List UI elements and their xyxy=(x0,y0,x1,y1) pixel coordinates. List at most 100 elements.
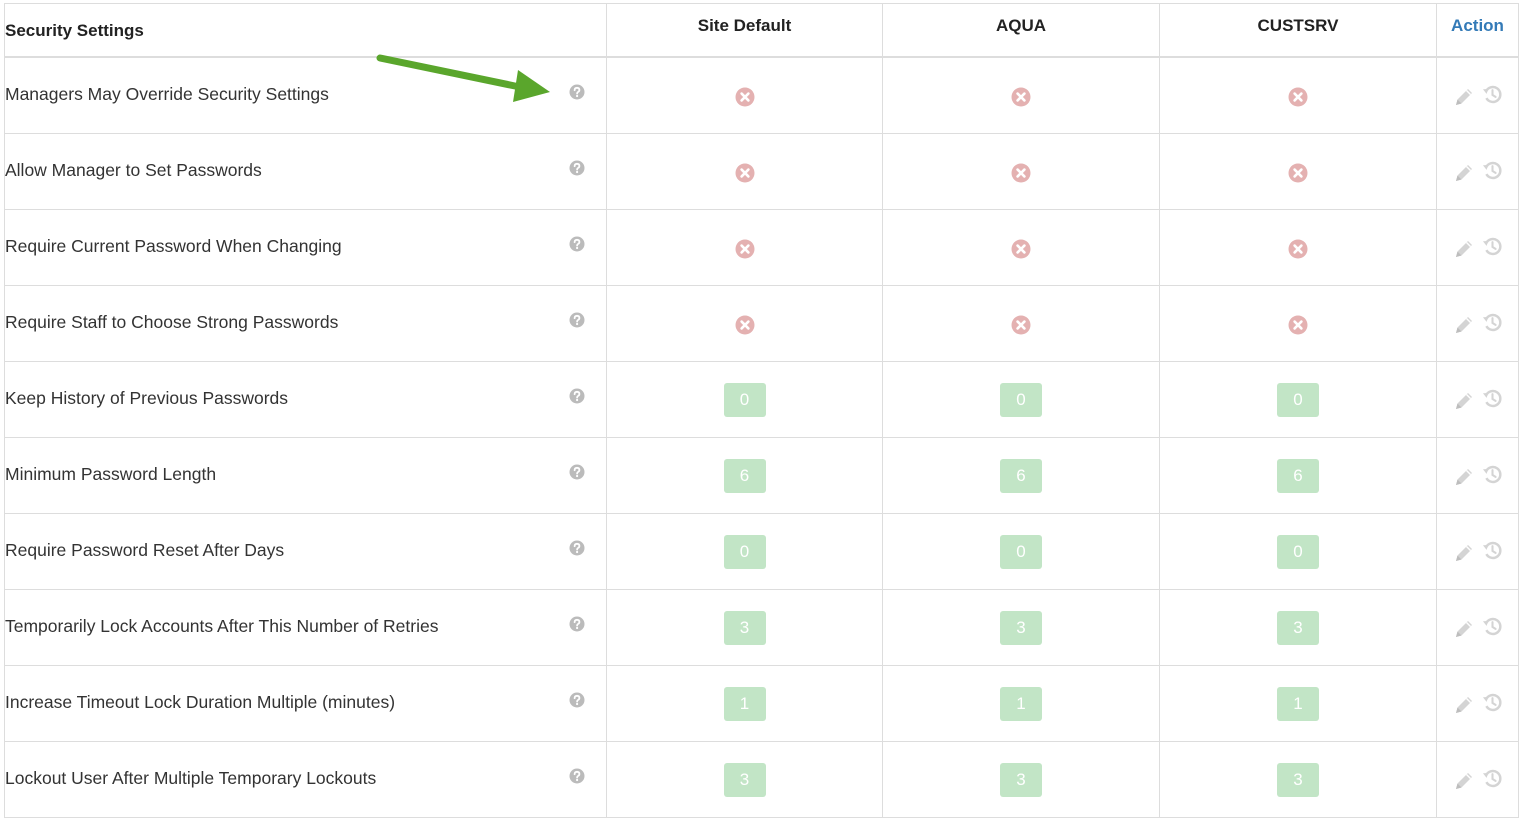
table-row: Minimum Password Length 6 6 6 xyxy=(4,437,1519,514)
value-cell-aqua xyxy=(882,56,1160,134)
value-cell-site-default xyxy=(606,209,883,286)
x-circle-icon xyxy=(1288,163,1308,183)
column-header-custsrv: CUSTSRV xyxy=(1159,3,1437,58)
history-icon[interactable] xyxy=(1482,160,1503,181)
setting-label: Managers May Override Security Settings xyxy=(5,84,329,104)
action-cell xyxy=(1436,513,1519,590)
history-icon[interactable] xyxy=(1482,388,1503,409)
value-cell-custsrv xyxy=(1159,285,1437,362)
value-cell-site-default: 3 xyxy=(606,589,883,666)
x-circle-icon xyxy=(735,87,755,107)
value-cell-aqua: 0 xyxy=(882,513,1160,590)
action-cell xyxy=(1436,56,1519,134)
history-icon[interactable] xyxy=(1482,236,1503,257)
setting-name-cell: Allow Manager to Set Passwords xyxy=(4,133,607,210)
x-circle-icon xyxy=(735,239,755,259)
action-cell xyxy=(1436,209,1519,286)
setting-name-cell: Minimum Password Length xyxy=(4,437,607,514)
setting-name-cell: Require Current Password When Changing xyxy=(4,209,607,286)
value-badge: 6 xyxy=(1277,458,1319,493)
action-cell xyxy=(1436,133,1519,210)
setting-name-cell: Require Staff to Choose Strong Passwords xyxy=(4,285,607,362)
value-cell-custsrv xyxy=(1159,56,1437,134)
action-cell xyxy=(1436,437,1519,514)
setting-label: Keep History of Previous Passwords xyxy=(5,388,289,408)
history-icon[interactable] xyxy=(1482,312,1503,333)
value-badge: 0 xyxy=(723,382,766,417)
help-question-icon[interactable] xyxy=(569,236,585,252)
x-circle-icon xyxy=(1011,87,1031,107)
help-question-icon[interactable] xyxy=(569,464,585,480)
value-cell-aqua xyxy=(882,209,1160,286)
value-cell-site-default: 0 xyxy=(606,513,883,590)
history-icon[interactable] xyxy=(1482,464,1503,485)
help-question-icon[interactable] xyxy=(569,540,585,556)
table-row: Require Password Reset After Days 0 0 0 xyxy=(4,513,1519,590)
help-question-icon[interactable] xyxy=(569,388,585,404)
pencil-icon[interactable] xyxy=(1453,238,1475,260)
x-circle-icon xyxy=(1011,315,1031,335)
action-cell xyxy=(1436,665,1519,742)
pencil-icon[interactable] xyxy=(1453,390,1475,412)
x-circle-icon xyxy=(1011,163,1031,183)
value-cell-site-default: 1 xyxy=(606,665,883,742)
pencil-icon[interactable] xyxy=(1453,694,1475,716)
value-badge: 1 xyxy=(723,686,766,721)
help-question-icon[interactable] xyxy=(569,160,585,176)
x-circle-icon xyxy=(735,315,755,335)
action-cell xyxy=(1436,285,1519,362)
value-cell-custsrv: 0 xyxy=(1159,513,1437,590)
history-icon[interactable] xyxy=(1482,616,1503,637)
help-question-icon[interactable] xyxy=(569,312,585,328)
value-badge: 3 xyxy=(1000,610,1042,645)
value-cell-site-default: 3 xyxy=(606,741,883,818)
value-cell-custsrv: 3 xyxy=(1159,589,1437,666)
setting-label: Require Staff to Choose Strong Passwords xyxy=(5,312,339,332)
history-icon[interactable] xyxy=(1482,768,1503,789)
value-badge: 3 xyxy=(723,610,766,645)
pencil-icon[interactable] xyxy=(1453,86,1475,108)
pencil-icon[interactable] xyxy=(1453,314,1475,336)
value-cell-site-default xyxy=(606,133,883,210)
pencil-icon[interactable] xyxy=(1453,770,1475,792)
history-icon[interactable] xyxy=(1482,84,1503,105)
pencil-icon[interactable] xyxy=(1453,542,1475,564)
action-cell xyxy=(1436,361,1519,438)
setting-name-cell: Lockout User After Multiple Temporary Lo… xyxy=(4,741,607,818)
value-badge: 3 xyxy=(1000,762,1042,797)
pencil-icon[interactable] xyxy=(1453,618,1475,640)
pencil-icon[interactable] xyxy=(1453,162,1475,184)
history-icon[interactable] xyxy=(1482,692,1503,713)
table-row: Require Staff to Choose Strong Passwords xyxy=(4,285,1519,362)
value-badge: 3 xyxy=(1277,762,1319,797)
pencil-icon[interactable] xyxy=(1453,466,1475,488)
x-circle-icon xyxy=(1011,239,1031,259)
value-cell-aqua: 6 xyxy=(882,437,1160,514)
setting-name-cell: Require Password Reset After Days xyxy=(4,513,607,590)
value-badge: 3 xyxy=(1277,610,1319,645)
column-header-action: Action xyxy=(1436,3,1519,58)
setting-label: Minimum Password Length xyxy=(5,464,217,484)
help-question-icon[interactable] xyxy=(569,616,585,632)
value-cell-site-default: 0 xyxy=(606,361,883,438)
value-cell-aqua xyxy=(882,133,1160,210)
value-badge: 0 xyxy=(723,534,766,569)
setting-label: Require Password Reset After Days xyxy=(5,540,285,560)
value-cell-aqua: 3 xyxy=(882,741,1160,818)
help-question-icon[interactable] xyxy=(569,692,585,708)
action-cell xyxy=(1436,589,1519,666)
help-question-icon[interactable] xyxy=(569,84,585,100)
table-row: Require Current Password When Changing xyxy=(4,209,1519,286)
setting-label: Lockout User After Multiple Temporary Lo… xyxy=(5,768,377,788)
value-badge: 0 xyxy=(1277,534,1319,569)
value-badge: 6 xyxy=(1000,458,1042,493)
value-cell-custsrv: 0 xyxy=(1159,361,1437,438)
table-row: Allow Manager to Set Passwords xyxy=(4,133,1519,210)
column-header-site-default: Site Default xyxy=(606,3,883,58)
help-question-icon[interactable] xyxy=(569,768,585,784)
setting-name-cell: Increase Timeout Lock Duration Multiple … xyxy=(4,665,607,742)
value-cell-custsrv: 3 xyxy=(1159,741,1437,818)
value-cell-custsrv: 1 xyxy=(1159,665,1437,742)
value-badge: 3 xyxy=(723,762,766,797)
history-icon[interactable] xyxy=(1482,540,1503,561)
